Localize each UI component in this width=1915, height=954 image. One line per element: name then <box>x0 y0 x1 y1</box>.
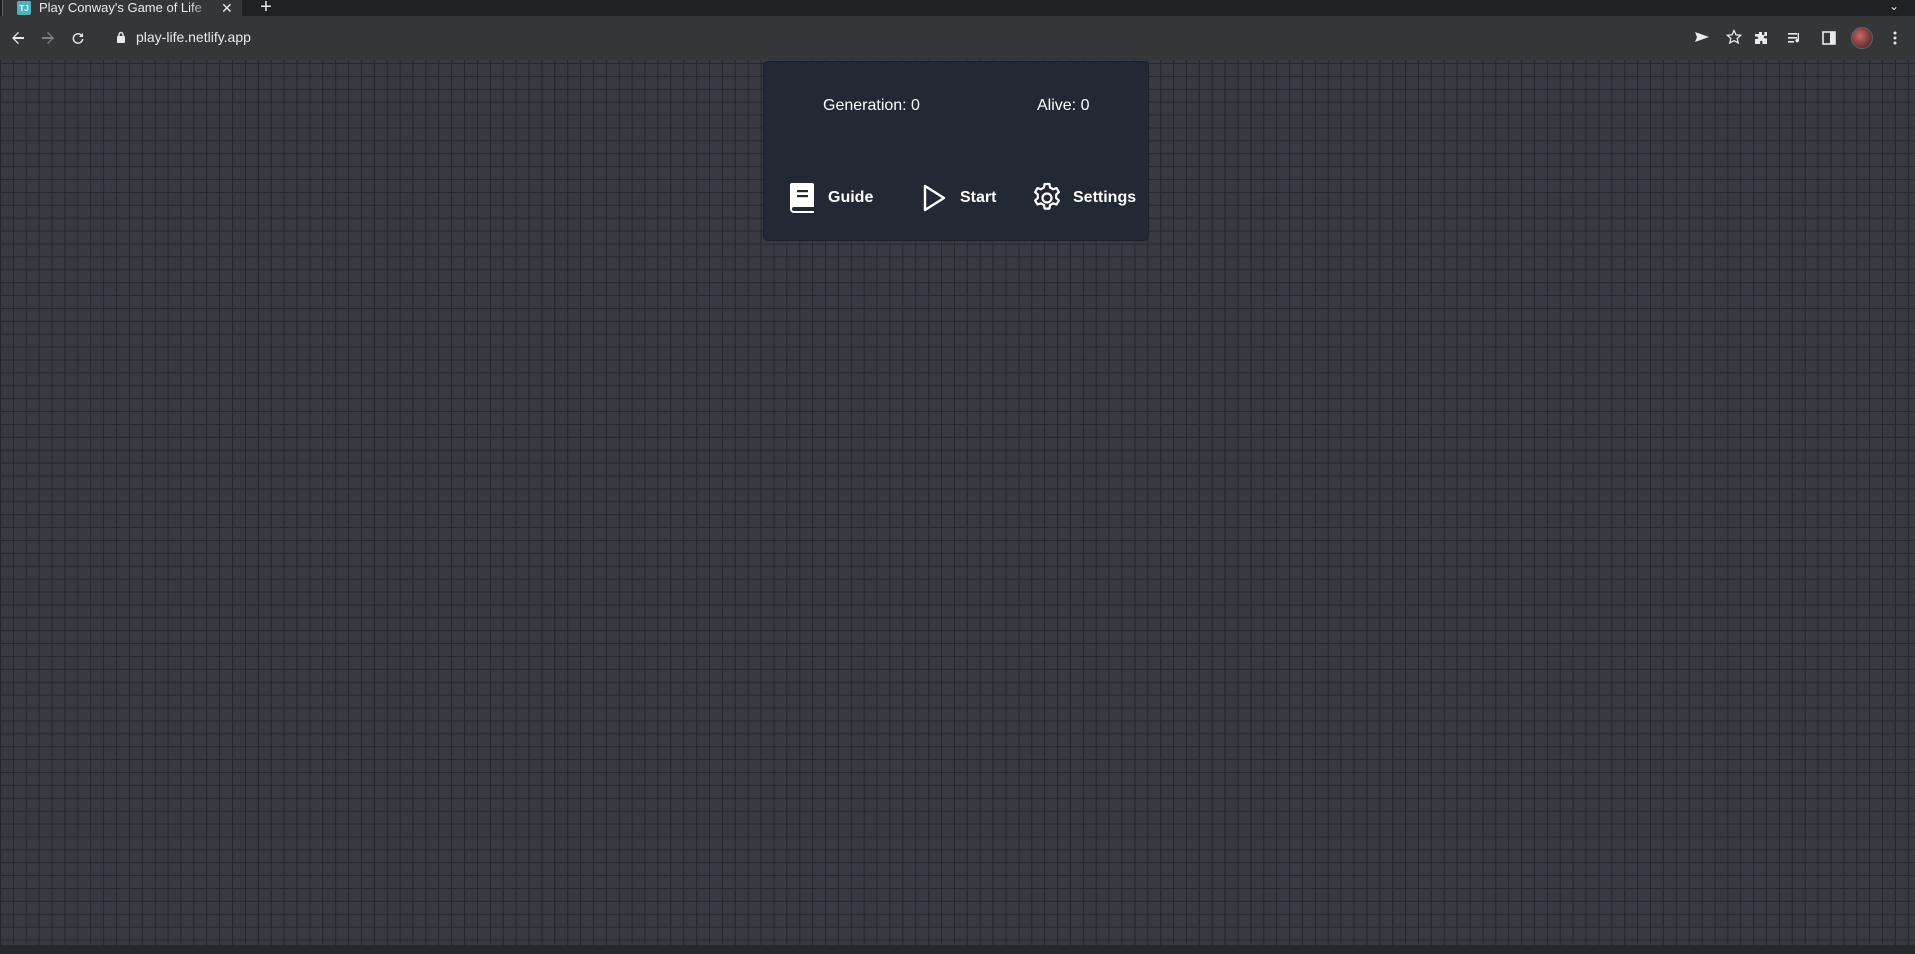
book-icon <box>786 182 818 214</box>
url-text: play-life.netlify.app <box>136 29 251 45</box>
back-icon[interactable] <box>6 26 30 50</box>
new-tab-icon[interactable]: + <box>256 0 276 17</box>
start-button[interactable]: Start <box>918 180 996 216</box>
tab-search-chevron-icon[interactable]: ⌄ <box>1889 0 1899 13</box>
tab-close-icon[interactable]: ✕ <box>221 1 233 15</box>
bookmark-star-icon[interactable] <box>1722 25 1746 49</box>
forward-icon[interactable] <box>36 26 60 50</box>
gear-icon <box>1031 182 1063 214</box>
reload-icon[interactable] <box>66 26 90 50</box>
address-bar[interactable]: play-life.netlify.app <box>106 23 1746 51</box>
alive-counter: Alive: 0 <box>1037 97 1090 114</box>
tab-favicon-icon: TJ <box>17 1 31 15</box>
tab-strip: TJ Play Conway's Game of Life ✕ + ⌄ <box>0 0 1915 17</box>
guide-label: Guide <box>828 189 874 206</box>
bottom-edge <box>0 945 1915 954</box>
generation-counter: Generation: 0 <box>823 97 920 114</box>
browser-toolbar: play-life.netlify.app <box>0 16 1915 60</box>
side-panel-icon[interactable] <box>1817 26 1841 50</box>
lock-icon <box>117 31 125 43</box>
send-icon[interactable] <box>1690 25 1714 49</box>
extensions-puzzle-icon[interactable] <box>1749 26 1773 50</box>
media-control-icon[interactable] <box>1783 26 1807 50</box>
profile-avatar[interactable] <box>1851 27 1873 49</box>
guide-button[interactable]: Guide <box>786 180 873 216</box>
more-menu-icon[interactable] <box>1883 26 1907 50</box>
start-label: Start <box>960 189 997 206</box>
control-panel: Generation: 0 Alive: 0 Guide Start Setti… <box>764 62 1148 240</box>
play-icon <box>918 182 950 214</box>
settings-label: Settings <box>1073 189 1137 206</box>
settings-button[interactable]: Settings <box>1031 180 1136 216</box>
tab-title: Play Conway's Game of Life <box>39 1 202 15</box>
browser-tab[interactable]: TJ Play Conway's Game of Life ✕ <box>2 0 242 16</box>
